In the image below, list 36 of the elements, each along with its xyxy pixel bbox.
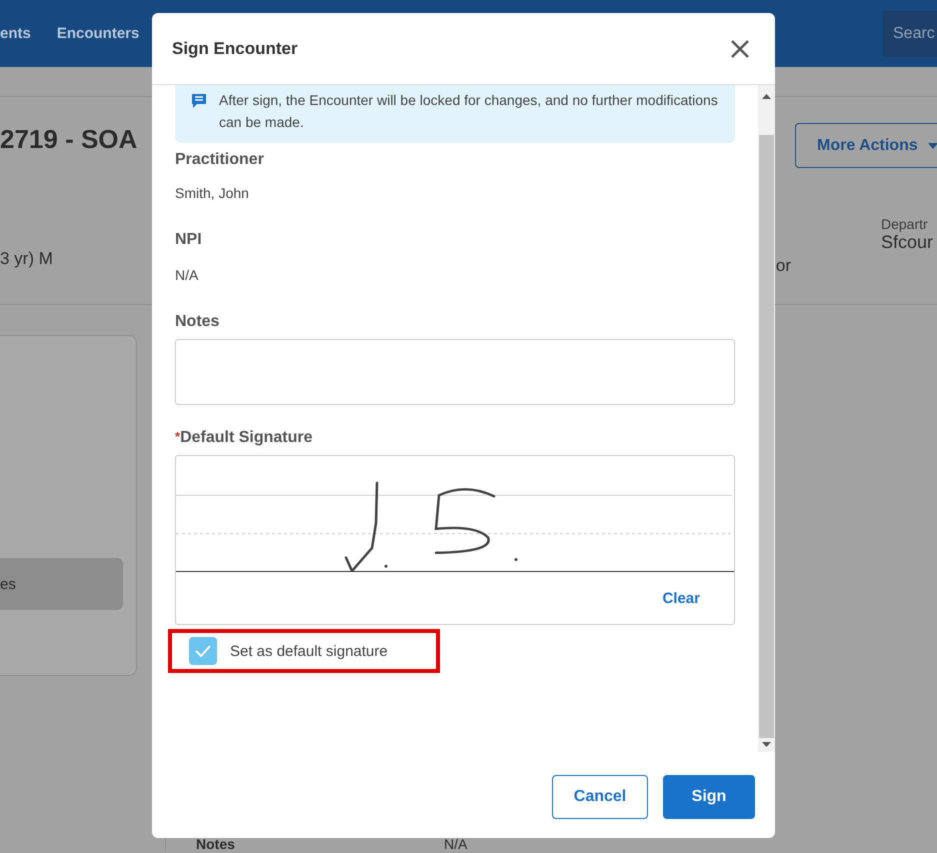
up-arrow-icon — [762, 94, 771, 99]
field-label: Notes — [175, 313, 220, 331]
info-text: or — [776, 256, 791, 276]
search-field[interactable]: Searc — [883, 10, 937, 56]
close-icon — [729, 38, 751, 60]
caret-icon — [928, 142, 937, 148]
nav-link[interactable]: Encounters — [56, 25, 140, 42]
scrollbar[interactable] — [758, 85, 775, 752]
required-mark: * — [175, 429, 180, 444]
checkbox-label: Set as default signature — [230, 642, 388, 660]
alert-text: After sign, the Encounter will be locked for changes, and no further modifications can be made. — [219, 91, 719, 132]
message-icon — [191, 93, 207, 109]
checkbox[interactable] — [189, 637, 217, 665]
close-button[interactable] — [729, 38, 751, 60]
field-label: Practitioner — [175, 151, 265, 169]
cancel-button[interactable]: Cancel — [552, 775, 648, 819]
sign-button[interactable]: Sign — [663, 775, 755, 819]
more-actions-button[interactable]: More Actions — [795, 123, 937, 168]
field-label: NPI — [175, 231, 203, 249]
dialog-title: Sign Encounter — [172, 38, 298, 58]
page-title: 2719 - SOA — [0, 124, 138, 155]
detail-label: Notes — [196, 838, 236, 851]
field-label: *Default Signature — [175, 429, 314, 447]
clear-link[interactable]: Clear — [662, 590, 700, 606]
nav-link[interactable]: ents — [0, 25, 31, 42]
check-icon — [195, 645, 211, 657]
field-value: N/A — [175, 267, 200, 283]
detail-value: N/A — [444, 838, 468, 851]
patient-info: 3 yr) M — [0, 249, 54, 269]
department-label: Departr — [881, 216, 929, 232]
department-value: Sfcour — [881, 232, 934, 253]
field-value: Smith, John — [175, 185, 250, 201]
notes-field[interactable] — [175, 339, 735, 405]
down-arrow-icon — [762, 742, 771, 747]
sidebar-item[interactable]: es — [0, 558, 123, 610]
signature-pad[interactable]: Clear — [175, 455, 735, 625]
